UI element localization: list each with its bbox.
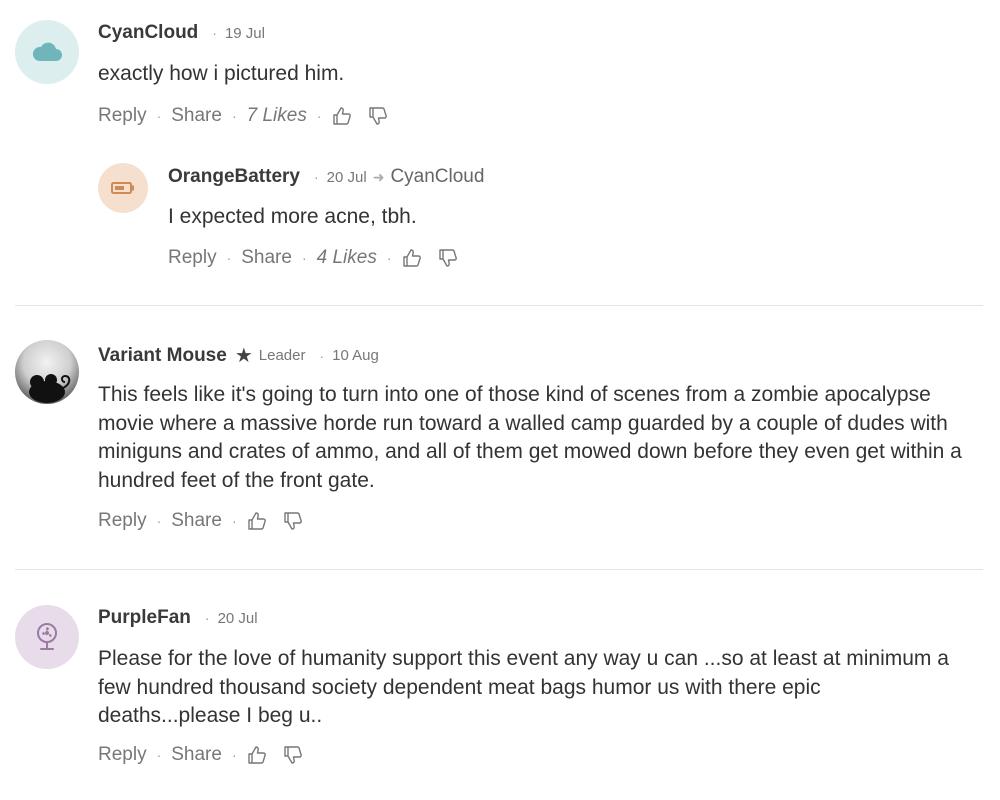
cloud-icon	[32, 42, 62, 61]
likes-count[interactable]: 4 Likes	[317, 247, 377, 269]
share-button[interactable]: Share	[241, 247, 292, 269]
username[interactable]: OrangeBattery	[168, 166, 300, 188]
mouse-avatar-icon	[29, 374, 71, 403]
reply-button[interactable]: Reply	[168, 247, 217, 269]
separator-dot: ·	[212, 25, 217, 41]
share-button[interactable]: Share	[171, 744, 222, 766]
timestamp[interactable]: 20 Jul	[218, 610, 258, 627]
timestamp[interactable]: 20 Jul	[327, 169, 367, 186]
separator-dot: ·	[301, 250, 307, 266]
thumbs-down-icon[interactable]	[368, 106, 388, 126]
separator-dot: ·	[386, 250, 392, 266]
likes-count[interactable]: 7 Likes	[247, 105, 307, 127]
avatar[interactable]	[15, 20, 79, 84]
separator-dot: ·	[226, 250, 232, 266]
comment-body: exactly how i pictured him.	[98, 62, 345, 85]
timestamp[interactable]: 10 Aug	[332, 347, 379, 364]
reply-button[interactable]: Reply	[98, 105, 147, 127]
battery-icon	[111, 182, 134, 194]
reply-arrow-icon: ➜	[372, 168, 385, 185]
separator-dot: ·	[231, 513, 237, 529]
separator-dot: ·	[231, 747, 237, 763]
thumbs-up-icon[interactable]	[247, 511, 267, 531]
reply-button[interactable]: Reply	[98, 744, 147, 766]
avatar[interactable]	[15, 340, 79, 404]
separator-dot: ·	[231, 108, 237, 124]
comment-body: This feels like it's going to turn into …	[98, 383, 962, 492]
share-button[interactable]: Share	[171, 105, 222, 127]
thumbs-down-icon[interactable]	[283, 511, 303, 531]
thumbs-up-icon[interactable]	[332, 106, 352, 126]
avatar[interactable]	[15, 605, 79, 669]
username[interactable]: Variant Mouse	[98, 345, 227, 367]
username[interactable]: PurpleFan	[98, 607, 191, 629]
reply-button[interactable]: Reply	[98, 510, 147, 532]
separator-dot: ·	[156, 513, 162, 529]
separator-dot: ·	[156, 108, 162, 124]
separator-dot: ·	[314, 169, 319, 185]
leader-badge: Leader	[258, 347, 306, 364]
thumbs-down-icon[interactable]	[438, 248, 458, 268]
separator-dot: ·	[316, 108, 322, 124]
avatar[interactable]	[98, 163, 148, 213]
comment-divider	[15, 305, 983, 306]
separator-dot: ·	[156, 747, 162, 763]
reply-to-user[interactable]: CyanCloud	[390, 166, 484, 188]
star-icon: ★	[234, 345, 253, 367]
thumbs-up-icon[interactable]	[247, 745, 267, 765]
separator-dot: ·	[319, 347, 325, 364]
share-button[interactable]: Share	[171, 510, 222, 532]
comment-divider	[15, 569, 983, 570]
timestamp[interactable]: 19 Jul	[225, 25, 265, 42]
thumbs-up-icon[interactable]	[402, 248, 422, 268]
thumbs-down-icon[interactable]	[283, 745, 303, 765]
fan-icon	[37, 623, 57, 650]
comment-body: Please for the love of humanity support …	[98, 647, 949, 727]
username[interactable]: CyanCloud	[98, 22, 198, 44]
comment-body: I expected more acne, tbh.	[168, 205, 417, 228]
separator-dot: ·	[204, 610, 210, 626]
